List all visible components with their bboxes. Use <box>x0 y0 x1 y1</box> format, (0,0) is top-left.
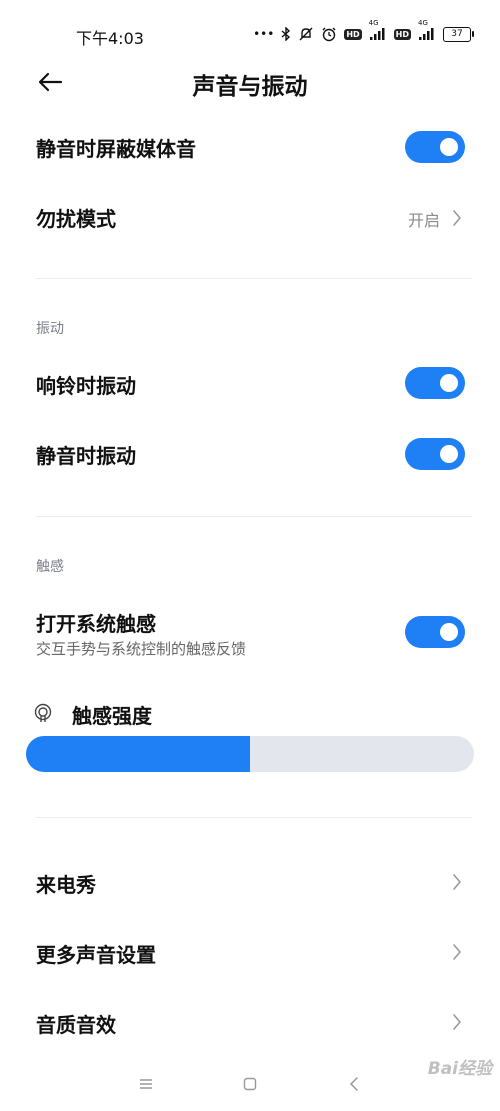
signal-icon: 4G <box>418 19 436 41</box>
chevron-right-icon <box>450 1012 464 1032</box>
navigation-bar <box>0 1062 500 1106</box>
row-label: 来电秀 <box>36 873 96 897</box>
row-label: 勿扰模式 <box>36 207 116 231</box>
home-button[interactable] <box>238 1072 262 1096</box>
status-time: 下午4:03 <box>76 29 144 48</box>
menu-button[interactable] <box>134 1072 158 1096</box>
divider <box>36 516 472 517</box>
silent-vibrate-toggle[interactable] <box>405 438 465 470</box>
hd-badge: HD <box>344 28 362 40</box>
network-type: 4G <box>418 19 428 27</box>
back-nav-icon <box>350 1077 358 1091</box>
dnd-status-value: 开启 <box>407 211 440 230</box>
alarm-icon <box>321 26 337 42</box>
chevron-right-icon <box>450 872 464 892</box>
setting-row-caller-show[interactable]: 来电秀 <box>0 853 500 909</box>
row-label: 静音时振动 <box>36 444 136 468</box>
header: 声音与振动 <box>0 60 500 106</box>
watermark-logo: Bai经验 <box>427 1059 492 1079</box>
setting-row-sound-quality[interactable]: 音质音效 <box>0 993 500 1049</box>
battery-icon: 37 <box>443 26 474 42</box>
row-label: 响铃时振动 <box>36 374 136 398</box>
row-label: 音质音效 <box>36 1013 116 1037</box>
divider <box>36 817 472 818</box>
chevron-right-icon <box>450 208 464 228</box>
row-description: 交互手势与系统控制的触感反馈 <box>36 640 247 658</box>
home-icon <box>243 1077 257 1091</box>
mute-media-toggle[interactable] <box>405 131 465 163</box>
toggle-knob <box>440 138 458 156</box>
divider <box>36 278 472 279</box>
slider-fill <box>26 736 250 772</box>
section-label-haptics: 触感 <box>36 559 64 575</box>
network-type: 4G <box>368 19 379 27</box>
haptic-strength-label: 触感强度 <box>72 704 152 728</box>
setting-row-haptics[interactable]: 打开系统触感 交互手势与系统控制的触感反馈 <box>0 600 500 666</box>
bluetooth-icon <box>281 27 291 41</box>
toggle-knob <box>440 445 458 463</box>
haptics-toggle[interactable] <box>405 616 465 648</box>
more-dots-icon: ••• <box>253 27 275 41</box>
setting-row-more-sound[interactable]: 更多声音设置 <box>0 923 500 979</box>
row-label: 静音时屏蔽媒体音 <box>36 137 196 161</box>
toggle-knob <box>440 623 458 641</box>
mute-bell-icon <box>298 26 314 42</box>
vibration-intensity-icon <box>32 702 54 724</box>
row-label: 更多声音设置 <box>36 943 156 967</box>
toggle-knob <box>440 374 458 392</box>
chevron-right-icon <box>450 942 464 962</box>
ring-vibrate-toggle[interactable] <box>405 367 465 399</box>
page-title: 声音与振动 <box>192 74 308 100</box>
battery-level: 37 <box>443 26 471 42</box>
setting-row-silent-vibrate[interactable]: 静音时振动 <box>0 426 500 482</box>
haptic-strength-slider[interactable] <box>26 736 474 772</box>
menu-icon <box>140 1079 152 1089</box>
setting-row-ring-vibrate[interactable]: 响铃时振动 <box>0 356 500 412</box>
hd-badge: HD <box>393 28 411 40</box>
status-icons: ••• HD 4G HD 4G 37 <box>253 19 474 46</box>
setting-row-dnd[interactable]: 勿扰模式 开启 <box>0 190 500 246</box>
row-label: 打开系统触感 <box>36 612 156 636</box>
back-nav-button[interactable] <box>342 1072 366 1096</box>
signal-icon: 4G <box>369 19 387 41</box>
section-label-vibration: 振动 <box>36 321 64 337</box>
setting-row-mute-media[interactable]: 静音时屏蔽媒体音 <box>0 120 500 176</box>
